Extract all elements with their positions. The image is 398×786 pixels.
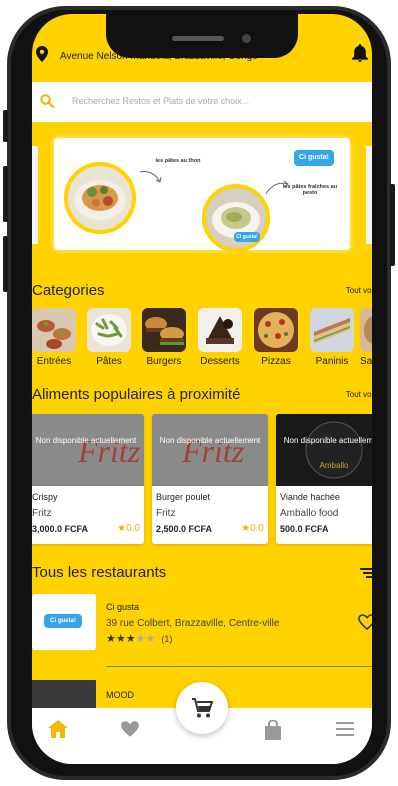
phone-notch <box>106 14 298 58</box>
banner-dish1-label: les pâtes au thon <box>155 158 201 164</box>
food-image: Amballo <box>276 414 372 486</box>
filter-icon[interactable] <box>360 566 372 584</box>
category-label: Entrées <box>36 356 72 367</box>
category-label: Pizzas <box>261 356 291 367</box>
ci-gusta-logo: Ci gusta! <box>294 150 334 166</box>
star-empty-icon: ★ <box>145 633 156 645</box>
sa-image <box>360 308 372 352</box>
food-name: Burger poulet <box>156 492 211 502</box>
paninis-image <box>310 308 354 352</box>
phone-side-button <box>3 110 8 142</box>
restaurants-title: Tous les restaurants <box>32 564 167 581</box>
food-card[interactable]: Fritz Non disponible actuellement Crispy… <box>32 414 144 544</box>
categories-see-all[interactable]: Tout voir <box>346 286 372 295</box>
banner-next-edge <box>366 146 372 244</box>
food-name: Viande hachée <box>280 492 340 502</box>
category-label: Paninis <box>315 356 349 367</box>
star-icon: ★ <box>106 633 116 645</box>
food-price: 2,500.0 FCFA <box>156 524 213 534</box>
restaurant-logo: Ci gusta! <box>32 594 96 650</box>
cart-icon <box>191 697 213 724</box>
category-sa[interactable]: Sa <box>360 308 372 367</box>
food-price: 3,000.0 FCFA <box>32 524 89 534</box>
food-restaurant: Fritz <box>156 508 176 519</box>
front-camera <box>242 34 251 43</box>
food-price: 500.0 FCFA <box>280 524 329 534</box>
search-bar[interactable]: Recherchez Restos et Plats de votre choi… <box>32 82 372 122</box>
category-entrees[interactable]: Entrées <box>32 308 76 367</box>
app-screen: Avenue Nelson Mandela, Brazzaville, Cong… <box>32 14 372 764</box>
categories-title: Categories <box>32 282 105 299</box>
banner-prev-edge <box>32 146 38 244</box>
search-input[interactable]: Recherchez Restos et Plats de votre choi… <box>72 96 249 106</box>
restaurant-item[interactable]: Ci gusta! Ci gusta 39 rue Colbert, Brazz… <box>32 594 372 664</box>
pizzas-image <box>254 308 298 352</box>
menu-icon[interactable] <box>336 722 354 741</box>
phone-side-button <box>3 236 8 292</box>
arrow-icon <box>138 168 164 191</box>
star-empty-icon: ★ <box>135 633 146 645</box>
star-icon: ★ <box>241 523 251 534</box>
restaurant-name: Ci gusta <box>106 602 140 612</box>
category-burgers[interactable]: Burgers <box>142 308 186 367</box>
entrees-image <box>32 308 76 352</box>
category-label: Desserts <box>200 356 240 367</box>
restaurant-logo <box>32 680 96 710</box>
home-icon[interactable] <box>48 720 68 743</box>
star-icon: ★ <box>117 523 127 534</box>
favorite-heart-icon[interactable] <box>358 614 372 635</box>
promo-banner[interactable]: les pâtes au thon Ci gusta! les pâtes fr… <box>54 138 350 252</box>
food-image: Fritz <box>32 414 144 486</box>
restaurant-name: MOOD <box>106 690 134 700</box>
category-pates[interactable]: Pâtes <box>87 308 131 367</box>
phone-side-button <box>3 166 8 222</box>
svg-text:Amballo: Amballo <box>320 461 349 470</box>
location-pin-icon <box>36 46 48 67</box>
food-card[interactable]: Amballo Non disponible actuellement Vian… <box>276 414 372 544</box>
food-rating: ★0.0 <box>241 523 264 534</box>
ci-gusta-logo: Ci gusta! <box>44 614 82 628</box>
category-label: Sa <box>360 356 372 367</box>
unavailable-overlay-text: Non disponible actuellement <box>159 436 261 445</box>
food-name: Crispy <box>32 492 58 502</box>
unavailable-overlay-text: Non disponible actuellement <box>35 436 137 445</box>
category-pizzas[interactable]: Pizzas <box>254 308 298 367</box>
popular-see-all[interactable]: Tout voir <box>346 390 372 399</box>
phone-side-button <box>390 184 395 266</box>
food-rating: ★0.0 <box>117 523 140 534</box>
ci-gusta-logo-small: Ci gusta! <box>234 232 260 242</box>
review-count: (1) <box>161 634 173 644</box>
restaurant-address: 39 rue Colbert, Brazzaville, Centre-vill… <box>106 618 280 629</box>
category-desserts[interactable]: Desserts <box>198 308 242 367</box>
food-card[interactable]: Fritz Non disponible actuellement Burger… <box>152 414 268 544</box>
desserts-image <box>198 308 242 352</box>
banner-dish2-label: les pâtes fraîches au pesto <box>282 184 338 196</box>
pasta-tuna-image <box>64 162 136 234</box>
category-label: Burgers <box>146 356 182 367</box>
pates-image <box>87 308 131 352</box>
food-image: Fritz <box>152 414 268 486</box>
popular-title: Aliments populaires à proximité <box>32 386 241 403</box>
search-icon <box>40 94 55 113</box>
category-label: Pâtes <box>96 356 122 367</box>
food-restaurant: Amballo food <box>280 508 339 519</box>
notification-bell-icon[interactable] <box>352 44 368 67</box>
star-icon: ★ <box>115 633 126 645</box>
cart-button[interactable] <box>176 682 228 734</box>
food-restaurant: Fritz <box>32 508 52 519</box>
list-divider <box>106 666 372 667</box>
unavailable-overlay-text: Non disponible actuellement <box>283 436 372 445</box>
restaurant-rating: ★★★★★ (1) <box>106 632 172 645</box>
star-icon: ★ <box>125 633 136 645</box>
heart-icon[interactable] <box>120 720 140 743</box>
shopping-bag-icon[interactable] <box>264 719 282 745</box>
category-paninis[interactable]: Paninis <box>310 308 354 367</box>
burgers-image <box>142 308 186 352</box>
speaker <box>172 36 224 41</box>
